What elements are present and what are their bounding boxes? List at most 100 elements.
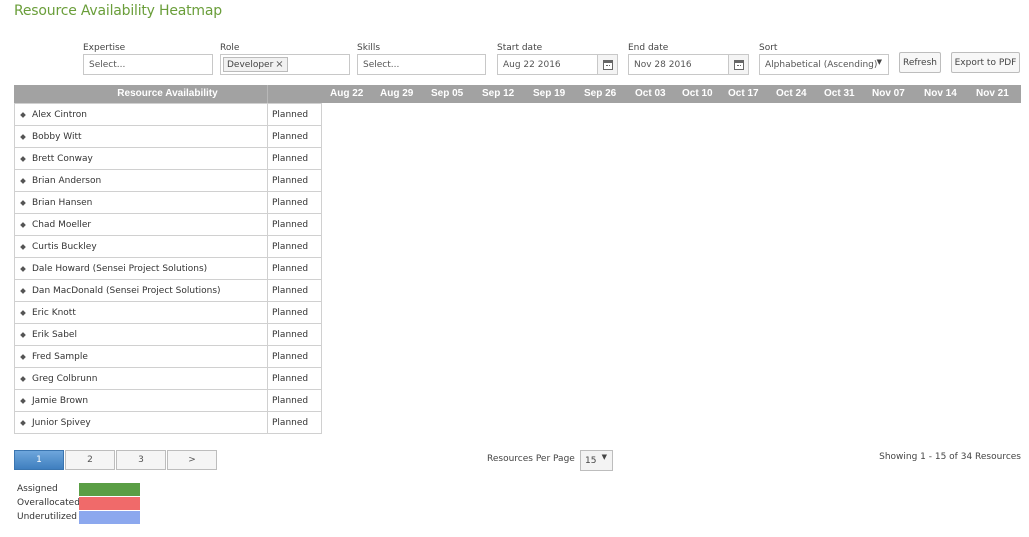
expand-icon[interactable] (20, 155, 26, 162)
start-date-filter: Start date Aug 22 2016 (497, 43, 618, 75)
resource-name: Erik Sabel (32, 329, 77, 340)
resources-per-page-select[interactable]: 15 ▼ (580, 450, 613, 471)
expand-icon[interactable] (20, 221, 26, 228)
start-date-label: Start date (497, 43, 543, 53)
table-row[interactable]: Dan MacDonald (Sensei Project Solutions)… (14, 280, 322, 302)
page-button-3[interactable]: 3 (116, 450, 166, 470)
refresh-button[interactable]: Refresh (899, 52, 941, 73)
resource-status: Planned (272, 153, 309, 164)
expand-icon[interactable] (20, 133, 26, 140)
resource-name: Eric Knott (32, 307, 76, 318)
expand-icon[interactable] (20, 265, 26, 272)
legend-swatch (79, 482, 140, 496)
table-row[interactable]: Erik Sabel Planned (14, 324, 322, 346)
table-row[interactable]: Bobby Witt Planned (14, 126, 322, 148)
sort-select[interactable]: Alphabetical (Ascending) ▼ (759, 54, 889, 75)
legend-label: Overallocated (17, 498, 80, 508)
expertise-select[interactable]: Select... (83, 54, 213, 75)
resource-name: Dan MacDonald (Sensei Project Solutions) (32, 285, 221, 296)
legend-label: Assigned (17, 484, 58, 494)
expand-icon[interactable] (20, 375, 26, 382)
week-header: Sep 19 (533, 88, 566, 99)
sort-filter: Sort Alphabetical (Ascending) ▼ (759, 43, 889, 75)
resource-status: Planned (272, 307, 309, 318)
expertise-filter: Expertise Select... (83, 43, 213, 75)
grid-header: Resource Availability Aug 22 Aug 29 Sep … (14, 85, 1021, 103)
legend-item-overallocated: Overallocated (17, 496, 140, 510)
page-title: Resource Availability Heatmap (14, 3, 222, 19)
caret-down-icon: ▼ (601, 453, 607, 461)
resource-name: Brian Hansen (32, 197, 93, 208)
resource-name: Jamie Brown (32, 395, 89, 406)
expand-icon[interactable] (20, 287, 26, 294)
resource-status: Planned (272, 219, 309, 230)
table-row[interactable]: Curtis Buckley Planned (14, 236, 322, 258)
resource-status: Planned (272, 329, 309, 340)
resource-name: Bobby Witt (32, 131, 82, 142)
resource-name: Fred Sample (32, 351, 88, 362)
legend-swatch (79, 510, 140, 524)
end-date-filter: End date Nov 28 2016 (628, 43, 749, 75)
role-filter: Role Developer × (220, 43, 350, 75)
export-pdf-button[interactable]: Export to PDF (951, 52, 1020, 73)
week-header: Nov 14 (924, 88, 957, 99)
week-header: Oct 17 (728, 88, 759, 99)
resource-name: Brian Anderson (32, 175, 102, 186)
table-row[interactable]: Brian Hansen Planned (14, 192, 322, 214)
sort-label: Sort (759, 43, 778, 53)
table-row[interactable]: Junior Spivey Planned (14, 412, 322, 434)
skills-filter: Skills Select... (357, 43, 486, 75)
role-chip-label: Developer (227, 59, 274, 70)
end-date-input[interactable]: Nov 28 2016 (628, 54, 749, 75)
resource-status: Planned (272, 417, 309, 428)
expand-icon[interactable] (20, 199, 26, 206)
table-row[interactable]: Greg Colbrunn Planned (14, 368, 322, 390)
page-button-1[interactable]: 1 (14, 450, 64, 470)
table-row[interactable]: Brian Anderson Planned (14, 170, 322, 192)
expand-icon[interactable] (20, 309, 26, 316)
resource-status: Planned (272, 351, 309, 362)
resources-per-page-value: 15 (585, 455, 597, 466)
expand-icon[interactable] (20, 353, 26, 360)
pagination: 1 2 3 > (14, 450, 218, 470)
expand-icon[interactable] (20, 243, 26, 250)
resource-status: Planned (272, 285, 309, 296)
week-header: Oct 24 (776, 88, 807, 99)
showing-count: Showing 1 - 15 of 34 Resources (879, 452, 1021, 462)
week-header: Aug 22 (330, 88, 364, 99)
table-row[interactable]: Eric Knott Planned (14, 302, 322, 324)
page-button-2[interactable]: 2 (65, 450, 115, 470)
table-row[interactable]: Brett Conway Planned (14, 148, 322, 170)
resource-name: Chad Moeller (32, 219, 92, 230)
resource-status: Planned (272, 109, 309, 120)
expertise-placeholder: Select... (89, 59, 126, 70)
role-chip: Developer × (223, 57, 288, 72)
end-date-label: End date (628, 43, 669, 53)
table-row[interactable]: Chad Moeller Planned (14, 214, 322, 236)
start-date-value: Aug 22 2016 (503, 59, 561, 70)
week-header: Oct 03 (635, 88, 666, 99)
table-row[interactable]: Alex Cintron Planned (14, 103, 322, 126)
close-icon[interactable]: × (275, 59, 283, 70)
role-select[interactable]: Developer × (220, 54, 350, 75)
resource-name: Greg Colbrunn (32, 373, 98, 384)
expand-icon[interactable] (20, 111, 26, 118)
calendar-icon[interactable] (728, 55, 748, 74)
week-header: Aug 29 (380, 88, 414, 99)
resource-name: Dale Howard (Sensei Project Solutions) (32, 263, 208, 274)
week-header: Oct 10 (682, 88, 713, 99)
skills-select[interactable]: Select... (357, 54, 486, 75)
start-date-input[interactable]: Aug 22 2016 (497, 54, 618, 75)
expand-icon[interactable] (20, 177, 26, 184)
table-row[interactable]: Jamie Brown Planned (14, 390, 322, 412)
next-page-button[interactable]: > (167, 450, 217, 470)
table-row[interactable]: Dale Howard (Sensei Project Solutions) P… (14, 258, 322, 280)
calendar-icon[interactable] (597, 55, 617, 74)
resource-name: Curtis Buckley (32, 241, 97, 252)
expand-icon[interactable] (20, 331, 26, 338)
skills-placeholder: Select... (363, 59, 400, 70)
expand-icon[interactable] (20, 397, 26, 404)
table-row[interactable]: Fred Sample Planned (14, 346, 322, 368)
expand-icon[interactable] (20, 419, 26, 426)
skills-label: Skills (357, 43, 381, 53)
